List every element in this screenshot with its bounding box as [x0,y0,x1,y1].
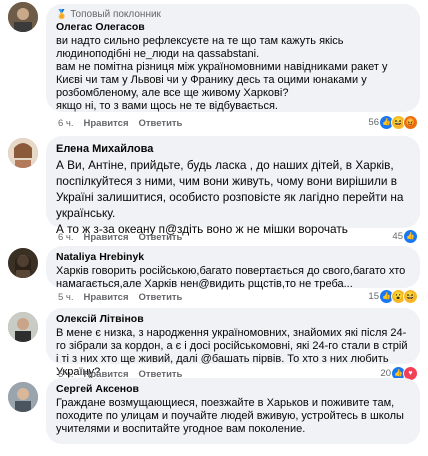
reactions-count: 45 [392,230,403,242]
comment-actions: 6 ч. Нравится Ответить [58,116,182,130]
reactions-summary[interactable]: 45 👍 [392,228,418,244]
top-fan-badge: 🏅 Топовый поклонник [56,8,161,20]
comment-author[interactable]: Олексій Літвінов [56,312,410,326]
like-button[interactable]: Нравится [84,118,129,129]
comment-author[interactable]: Сергей Аксенов [56,382,410,396]
like-button[interactable]: Нравится [84,232,129,243]
comment: 🏅 Топовый поклонник Олегас Олегасов ви н… [0,0,428,136]
reactions-summary[interactable]: 56 👍 😆 😡 [368,114,418,130]
comment-text: ви надто сильно рефлексуєте на те що там… [56,35,388,112]
angry-reaction-icon: 😡 [403,114,418,130]
comment-time[interactable]: 6 ч. [58,118,74,129]
comment: Сергей Аксенов Граждане возмущающиеся, п… [0,378,428,456]
comment: Елена Михайлова А Ви, Антіне, прийдьте, … [0,132,428,248]
reply-button[interactable]: Ответить [139,232,183,243]
reply-button[interactable]: Ответить [139,118,183,129]
comment-bubble: Олексій Літвінов В мене є низка, з народ… [46,308,420,378]
comment: Олексій Літвінов В мене є низка, з народ… [0,306,428,381]
avatar[interactable] [8,2,38,32]
comment-actions: 6 ч. Нравится Ответить [58,230,182,244]
comment-time[interactable]: 5 ч. [58,292,74,303]
comment-author[interactable]: Елена Михайлова [56,142,410,156]
comment-bubble: Елена Михайлова А Ви, Антіне, прийдьте, … [46,136,420,236]
comment-bubble: 🏅 Топовый поклонник Олегас Олегасов ви н… [46,4,420,112]
comment-time[interactable]: 6 ч. [58,232,74,243]
comment-text: А Ви, Антіне, прийдьте, будь ласка , до … [56,158,404,236]
comment-actions: 5 ч. Нравится Ответить [58,290,182,304]
like-reaction-icon: 👍 [403,228,418,244]
avatar[interactable] [8,312,38,342]
reactions-count: 20 [380,367,391,379]
comment-author[interactable]: Олегас Олегасов [56,20,410,34]
reactions-count: 15 [368,290,379,302]
avatar[interactable] [8,248,38,278]
comment-text: Граждане возмущающиеся, поезжайте в Харь… [56,397,404,435]
avatar[interactable] [8,138,38,168]
comment: Nataliya Hrebinyk Харків говорить російс… [0,244,428,308]
comment-author[interactable]: Nataliya Hrebinyk [56,250,410,264]
reply-button[interactable]: Ответить [139,292,183,303]
like-button[interactable]: Нравится [84,292,129,303]
comment-bubble: Сергей Аксенов Граждане возмущающиеся, п… [46,378,420,444]
top-fan-icon: 🏅 [56,8,68,19]
comment-bubble: Nataliya Hrebinyk Харків говорить російс… [46,246,420,290]
reactions-count: 56 [368,116,379,128]
comment-text: Харків говорить російською,багато поверт… [56,265,406,290]
haha-reaction-icon: 😆 [403,288,418,304]
avatar[interactable] [8,382,38,412]
reactions-summary[interactable]: 15 👍 😮 😆 [368,288,418,304]
